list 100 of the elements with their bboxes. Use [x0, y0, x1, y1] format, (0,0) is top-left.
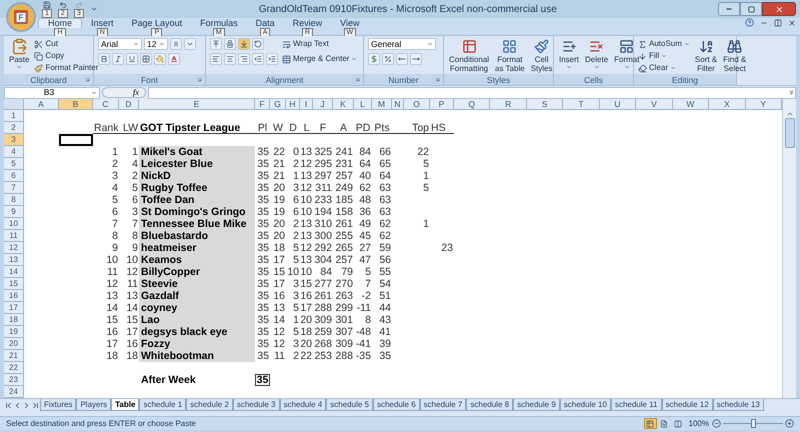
row-header[interactable]: 24 — [4, 386, 24, 398]
row-header[interactable]: 2 — [4, 122, 24, 134]
font-name-dropdown[interactable]: Arial — [98, 38, 142, 50]
fill-button[interactable]: Fill — [638, 50, 690, 62]
column-header[interactable]: N — [392, 99, 404, 109]
ribbon-tab[interactable]: Review — [284, 18, 332, 28]
row-header[interactable]: 10 — [4, 218, 24, 230]
sheet-tab[interactable]: Fixtures — [40, 399, 76, 411]
row-header[interactable]: 18 — [4, 314, 24, 326]
grow-font-button[interactable] — [170, 38, 182, 50]
sheet-tab[interactable]: schedule 7 — [420, 399, 466, 411]
ribbon-tab[interactable]: Insert — [82, 18, 123, 28]
sheet-tab[interactable]: schedule 4 — [280, 399, 326, 411]
sheet-tab[interactable]: schedule 1 — [139, 399, 186, 411]
row-header[interactable]: 20 — [4, 338, 24, 350]
column-header[interactable]: U — [600, 99, 636, 109]
row-header[interactable]: 14 — [4, 266, 24, 278]
cells-button[interactable]: Format — [613, 38, 640, 74]
column-header[interactable]: B — [59, 99, 93, 109]
dialog-launcher-icon[interactable] — [196, 76, 203, 83]
column-header[interactable]: F — [255, 99, 270, 109]
merge-center-button[interactable]: Merge & Center — [282, 53, 358, 65]
row-header[interactable]: 11 — [4, 230, 24, 242]
indent-decrease-button[interactable] — [252, 53, 264, 65]
styles-button[interactable]: Cell Styles — [530, 38, 554, 74]
close-icon[interactable] — [788, 18, 796, 26]
column-header[interactable]: I — [300, 99, 313, 109]
column-header[interactable]: G — [270, 99, 286, 109]
column-header[interactable]: W — [672, 99, 710, 109]
row-header[interactable]: 23 — [4, 374, 24, 386]
ribbon-tab[interactable]: Home — [38, 18, 82, 28]
sheet-tab[interactable]: schedule 5 — [326, 399, 373, 411]
ribbon-tab[interactable]: View — [331, 18, 368, 28]
insert-function-button[interactable]: fx — [102, 87, 146, 98]
align-right-button[interactable] — [238, 53, 250, 65]
column-header[interactable]: R — [490, 99, 527, 109]
vertical-scrollbar[interactable] — [782, 99, 796, 398]
find-select-button[interactable]: Find & Select — [722, 38, 748, 74]
column-header[interactable]: D — [119, 99, 139, 109]
format-painter-button[interactable]: Format Painter — [34, 62, 98, 74]
row-header[interactable]: 13 — [4, 254, 24, 266]
dialog-launcher-icon[interactable] — [354, 76, 361, 83]
scroll-thumb[interactable] — [784, 118, 794, 148]
sheet-tab[interactable]: schedule 9 — [513, 399, 560, 411]
ribbon-tab[interactable]: Page Layout — [122, 18, 192, 28]
align-left-button[interactable] — [210, 53, 222, 65]
dialog-launcher-icon[interactable] — [434, 76, 441, 83]
row-header[interactable]: 8 — [4, 194, 24, 206]
close-button[interactable] — [762, 2, 796, 16]
restore-icon[interactable] — [774, 18, 782, 26]
wrap-text-button[interactable]: Wrap Text — [282, 38, 358, 50]
sheet-tab[interactable]: Table — [111, 399, 140, 411]
bold-button[interactable] — [98, 53, 110, 65]
styles-button[interactable]: Format as Table — [494, 38, 526, 74]
ribbon-tab[interactable]: Formulas — [191, 18, 247, 28]
column-header[interactable]: Q — [454, 99, 490, 109]
copy-button[interactable]: Copy — [34, 50, 98, 62]
column-header[interactable]: K — [333, 99, 354, 109]
row-header[interactable]: 1 — [4, 110, 24, 122]
name-box[interactable]: B3 — [4, 86, 100, 98]
maximize-button[interactable] — [740, 2, 762, 16]
indent-increase-button[interactable] — [266, 53, 278, 65]
column-header[interactable]: H — [286, 99, 300, 109]
row-header[interactable]: 19 — [4, 326, 24, 338]
row-header[interactable]: 4 — [4, 146, 24, 158]
sheet-tab[interactable]: schedule 2 — [186, 399, 233, 411]
sheet-tab[interactable]: schedule 12 — [662, 399, 713, 411]
row-header[interactable]: 6 — [4, 170, 24, 182]
arrow-left-button[interactable] — [396, 53, 408, 65]
sheet-tab[interactable]: schedule 6 — [372, 399, 420, 411]
active-cell[interactable] — [59, 134, 93, 146]
italic-button[interactable] — [112, 53, 124, 65]
view-button[interactable] — [644, 418, 657, 429]
help-icon[interactable] — [745, 18, 754, 27]
zoom-out-icon[interactable] — [712, 419, 721, 428]
arrow-right-button[interactable] — [410, 53, 422, 65]
number-format-dropdown[interactable]: General — [368, 38, 436, 50]
row-header[interactable]: 16 — [4, 290, 24, 302]
paste-button[interactable]: Paste — [8, 38, 30, 74]
quick-access-button[interactable] — [58, 0, 67, 8]
font-color-button[interactable] — [168, 53, 180, 65]
cut-button[interactable]: Cut — [34, 38, 98, 50]
ribbon-tab[interactable]: Data — [246, 18, 284, 28]
customize-icon[interactable] — [90, 5, 98, 13]
row-header[interactable]: 22 — [4, 362, 24, 374]
sort-filter-button[interactable]: Sort & Filter — [694, 38, 718, 74]
next-sheet-icon[interactable] — [22, 400, 31, 410]
sheet-tab[interactable]: schedule 3 — [232, 399, 280, 411]
sheet-tab[interactable]: schedule 10 — [560, 399, 611, 411]
percent-button[interactable] — [382, 53, 394, 65]
first-sheet-icon[interactable] — [4, 400, 13, 410]
row-header[interactable]: 12 — [4, 242, 24, 254]
sheet-tab[interactable]: schedule 13 — [712, 399, 764, 411]
sheet-tab[interactable]: Players — [76, 399, 112, 411]
column-header[interactable]: E — [139, 99, 255, 109]
align-middle-button[interactable] — [224, 38, 236, 50]
column-header[interactable]: C — [93, 99, 119, 109]
underline-button[interactable] — [126, 53, 138, 65]
align-center-button[interactable] — [224, 53, 236, 65]
column-header[interactable]: V — [636, 99, 673, 109]
